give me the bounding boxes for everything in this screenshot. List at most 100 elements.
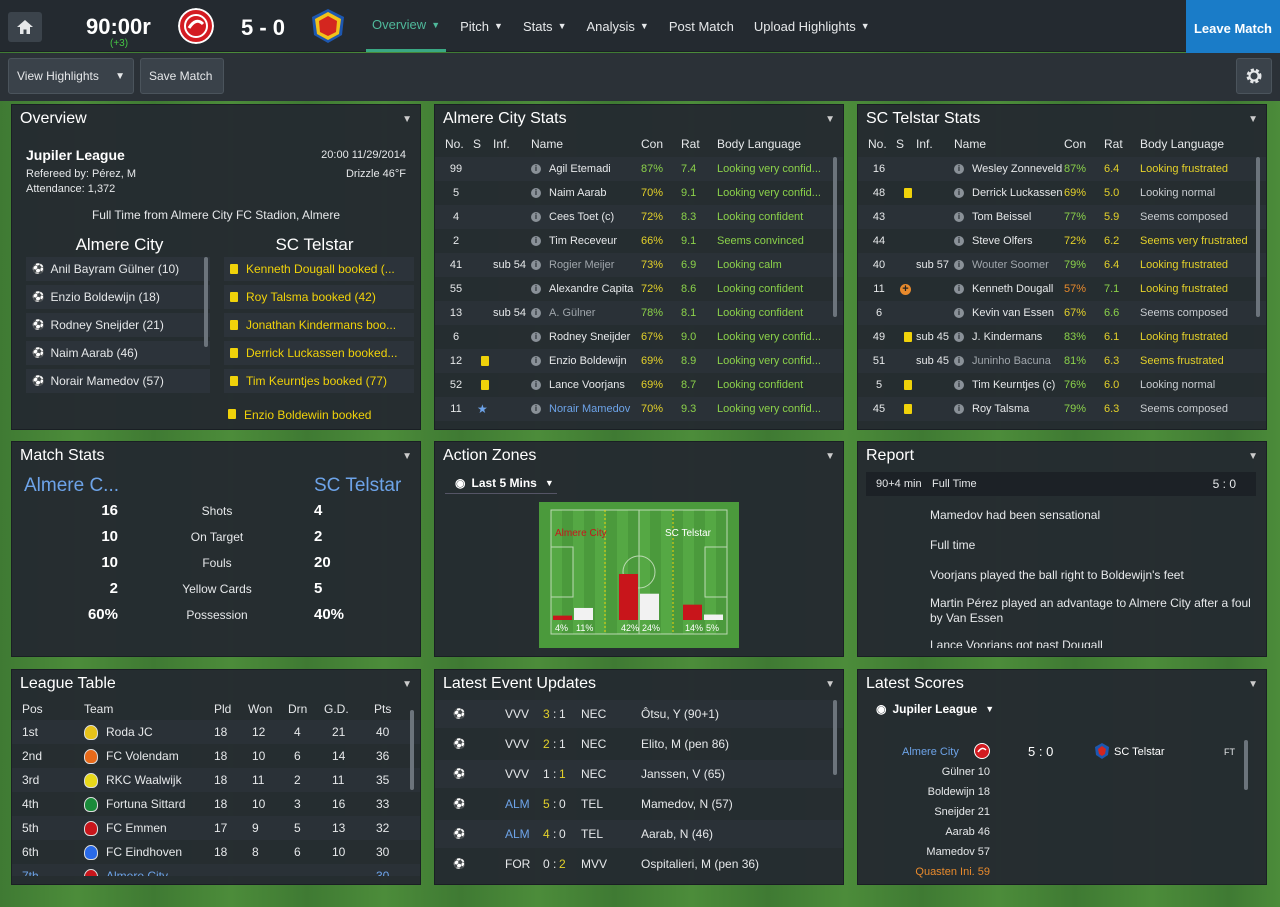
player-name[interactable]: Derrick Luckassen [972,187,1062,199]
chevron-down-icon[interactable]: ▼ [825,114,835,125]
scrollbar[interactable] [833,157,837,317]
column-header[interactable]: Drn [288,702,307,716]
player-name[interactable]: Tom Beissel [972,211,1031,223]
event-row[interactable]: ⚽ VVV 2:1 NEC Elito, M (pen 86) [435,730,843,758]
column-header[interactable]: Body Language [717,137,801,151]
event-row[interactable]: ⚽ ALM 5:0 TEL Mamedov, N (57) [435,790,843,818]
league-filter-dropdown[interactable]: ◉ Jupiler League ▼ [876,702,994,716]
table-row[interactable]: 55 i Alexandre Capita 72% 8.6 Looking confide… [435,277,843,301]
player-name[interactable]: Naim Aarab [549,187,606,199]
column-header[interactable]: Pts [374,702,391,716]
event-row[interactable]: ⚽ VVV 1:1 NEC Janssen, V (65) [435,760,843,788]
table-row[interactable]: 48 i Derrick Luckassen 69% 5.0 Looking normal [858,181,1266,205]
table-row[interactable]: 7th Almere City 30 [12,864,420,876]
table-row[interactable]: 43 i Tom Beissel 77% 5.9 Seems composed [858,205,1266,229]
player-name[interactable]: Wesley Zonneveld [972,163,1062,175]
column-header[interactable]: Inf. [916,137,933,151]
scrollbar[interactable] [833,700,837,775]
column-header[interactable]: S [896,137,904,151]
table-row[interactable]: 1st Roda JC 18 12 4 21 40 [12,720,420,744]
scrollbar[interactable] [204,257,208,347]
column-header[interactable]: Inf. [493,137,510,151]
team-name[interactable]: Roda JC [106,725,153,739]
player-name[interactable]: J. Kindermans [972,331,1042,343]
table-row[interactable]: 51 sub 45 i Juninho Bacuna 81% 6.3 Seems frust… [858,349,1266,373]
table-row[interactable]: 45 i Roy Talsma 79% 6.3 Seems composed [858,397,1266,421]
player-name[interactable]: A. Gülner [549,307,595,319]
column-header[interactable]: Pld [214,702,231,716]
chevron-down-icon[interactable]: ▼ [1248,114,1258,125]
player-name[interactable]: Roy Talsma [972,403,1029,415]
table-row[interactable]: 12 i Enzio Boldewijn 69% 8.9 Looking very con… [435,349,843,373]
scrollbar[interactable] [410,710,414,790]
player-name[interactable]: Kenneth Dougall [972,283,1053,295]
column-header[interactable]: Con [641,137,663,151]
column-header[interactable]: No. [868,137,887,151]
chevron-down-icon[interactable]: ▼ [825,451,835,462]
team-name[interactable]: Almere City [106,869,168,876]
time-filter-dropdown[interactable]: ◉ Last 5 Mins ▼ [445,472,557,494]
home-button[interactable] [8,12,42,42]
table-row[interactable]: 6 i Rodney Sneijder 67% 9.0 Looking very conf… [435,325,843,349]
table-row[interactable]: 40 sub 57 i Wouter Soomer 79% 6.4 Looking frus… [858,253,1266,277]
player-name[interactable]: Enzio Boldewijn [549,355,627,367]
table-row[interactable]: 2nd FC Volendam 18 10 6 14 36 [12,744,420,768]
table-row[interactable]: 4 i Cees Toet (c) 72% 8.3 Looking confident [435,205,843,229]
table-row[interactable]: 4th Fortuna Sittard 18 10 3 16 33 [12,792,420,816]
player-name[interactable]: Agil Etemadi [549,163,611,175]
player-name[interactable]: Norair Mamedov [549,403,630,415]
table-row[interactable]: 13 sub 54 i A. Gülner 78% 8.1 Looking confiden… [435,301,843,325]
table-row[interactable]: 11 + i Kenneth Dougall 57% 7.1 Looking frustra… [858,277,1266,301]
column-header[interactable]: Con [1064,137,1086,151]
player-name[interactable]: Rodney Sneijder [549,331,630,343]
column-header[interactable]: Rat [681,137,700,151]
player-name[interactable]: Tim Receveur [549,235,617,247]
table-row[interactable]: 49 sub 45 i J. Kindermans 83% 6.1 Looking frus… [858,325,1266,349]
event-row[interactable]: ⚽ VVV 3:1 NEC Ôtsu, Y (90+1) [435,700,843,728]
table-row[interactable]: 3rd RKC Waalwijk 18 11 2 11 35 [12,768,420,792]
column-header[interactable]: Pos [22,702,43,716]
player-name[interactable]: Juninho Bacuna [972,355,1051,367]
team-name[interactable]: FC Volendam [106,749,179,763]
event-row[interactable]: ⚽ FOR 0:2 MVV Ospitalieri, M (pen 36) [435,850,843,878]
chevron-down-icon[interactable]: ▼ [402,679,412,690]
team-name[interactable]: FC Eindhoven [106,845,182,859]
player-name[interactable]: Steve Olfers [972,235,1033,247]
table-row[interactable]: 5 i Tim Keurntjes (c) 76% 6.0 Looking normal [858,373,1266,397]
team-name[interactable]: RKC Waalwijk [106,773,182,787]
player-name[interactable]: Tim Keurntjes (c) [972,379,1055,391]
player-name[interactable]: Alexandre Capita [549,283,633,295]
column-header[interactable]: Name [531,137,563,151]
chevron-down-icon[interactable]: ▼ [1248,451,1258,462]
column-header[interactable]: No. [445,137,464,151]
score-away-team[interactable]: SC Telstar [1114,746,1165,758]
table-row[interactable]: 2 i Tim Receveur 66% 9.1 Seems convinced [435,229,843,253]
scrollbar[interactable] [1256,157,1260,317]
column-header[interactable]: Body Language [1140,137,1224,151]
tab-overview[interactable]: Overview ▼ [366,0,447,52]
tab-analysis[interactable]: Analysis ▼ [580,0,654,52]
team-name[interactable]: FC Emmen [106,821,167,835]
player-name[interactable]: Cees Toet (c) [549,211,614,223]
scrollbar[interactable] [1244,740,1248,790]
view-highlights-button[interactable]: View Highlights ▼ [8,58,134,94]
player-name[interactable]: Wouter Soomer [972,259,1049,271]
column-header[interactable]: Rat [1104,137,1123,151]
chevron-down-icon[interactable]: ▼ [402,451,412,462]
player-name[interactable]: Rogier Meijer [549,259,614,271]
player-name[interactable]: Lance Voorjans [549,379,625,391]
column-header[interactable]: G.D. [324,702,349,716]
tab-stats[interactable]: Stats ▼ [517,0,573,52]
leave-match-button[interactable]: Leave Match [1186,0,1280,56]
player-name[interactable]: Kevin van Essen [972,307,1054,319]
table-row[interactable]: 5 i Naim Aarab 70% 9.1 Looking very confid... [435,181,843,205]
table-row[interactable]: 99 i Agil Etemadi 87% 7.4 Looking very confid… [435,157,843,181]
column-header[interactable]: Won [248,702,272,716]
team-name[interactable]: Fortuna Sittard [106,797,185,811]
chevron-down-icon[interactable]: ▼ [1248,679,1258,690]
column-header[interactable]: Name [954,137,986,151]
table-row[interactable]: 52 i Lance Voorjans 69% 8.7 Looking confident [435,373,843,397]
chevron-down-icon[interactable]: ▼ [825,679,835,690]
tab-upload-highlights[interactable]: Upload Highlights ▼ [748,0,876,52]
column-header[interactable]: Team [84,702,113,716]
